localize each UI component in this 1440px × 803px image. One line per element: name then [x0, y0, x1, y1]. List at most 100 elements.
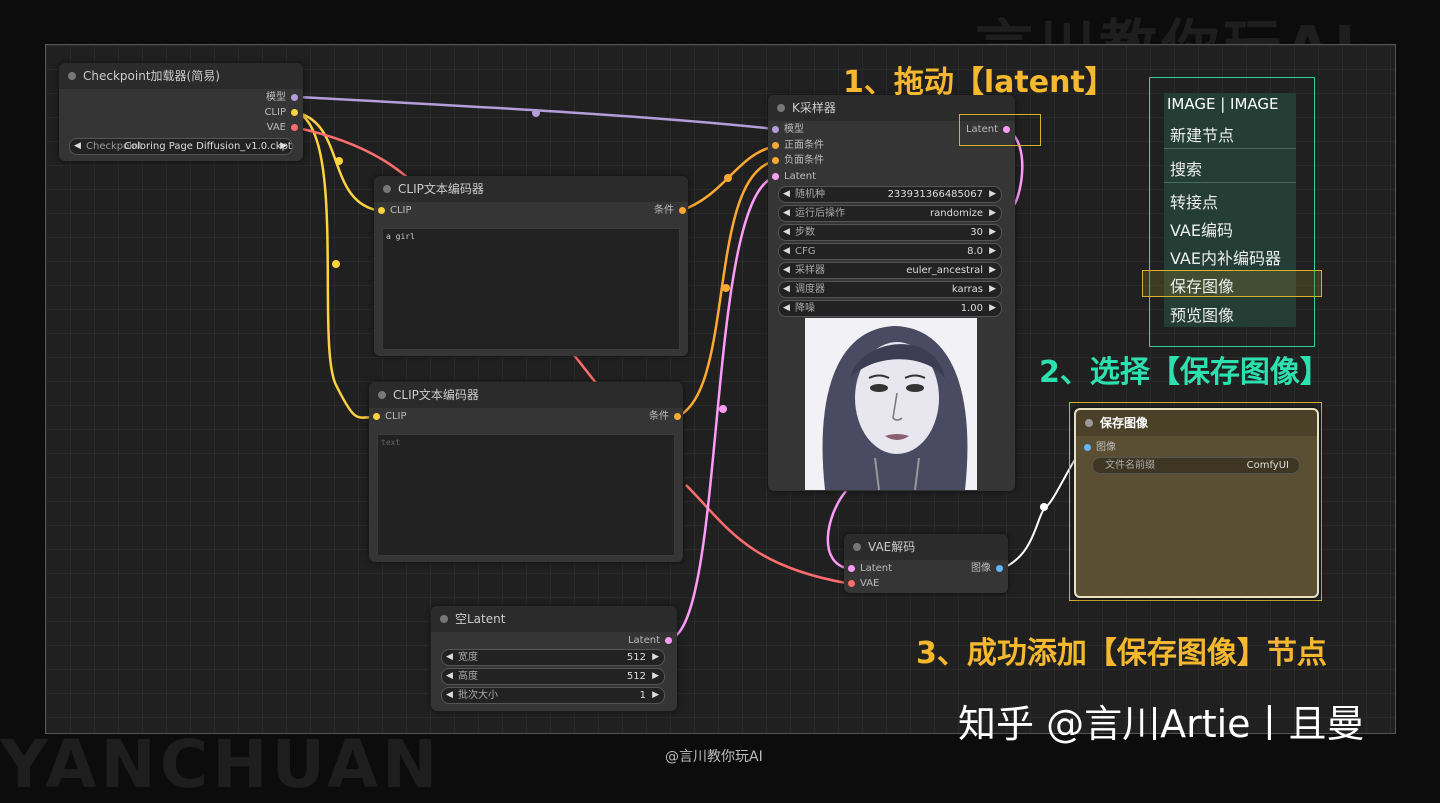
filename-prefix-widget[interactable]: 文件名前缀 ComfyUI: [1092, 457, 1300, 474]
save-image-node[interactable]: 保存图像 图像 文件名前缀 ComfyUI: [1074, 408, 1319, 598]
node-title-bar[interactable]: 保存图像: [1076, 410, 1317, 436]
positive-port-dot[interactable]: [772, 142, 779, 149]
clip-port-dot[interactable]: [291, 109, 298, 116]
input-positive[interactable]: 正面条件: [772, 139, 824, 153]
arrow-right-icon[interactable]: ▶: [989, 301, 996, 316]
scheduler-widget[interactable]: ◀ 调度器 karras ▶: [778, 281, 1002, 298]
arrow-right-icon[interactable]: ▶: [989, 263, 996, 278]
menu-item-vae-encode[interactable]: VAE编码: [1170, 217, 1233, 241]
node-title-bar[interactable]: CLIP文本编码器: [374, 176, 688, 202]
width-widget[interactable]: ◀ 宽度 512 ▶: [441, 649, 665, 666]
collapse-dot-icon[interactable]: [68, 72, 76, 80]
prompt-textarea[interactable]: text: [377, 434, 675, 556]
menu-item-preview-image[interactable]: 预览图像: [1170, 302, 1234, 326]
sampler-widget[interactable]: ◀ 采样器 euler_ancestral ▶: [778, 262, 1002, 279]
output-clip[interactable]: CLIP: [264, 106, 298, 120]
arrow-left-icon[interactable]: ◀: [74, 139, 81, 154]
arrow-left-icon[interactable]: ◀: [783, 225, 790, 240]
arrow-right-icon[interactable]: ▶: [652, 650, 659, 665]
arrow-right-icon[interactable]: ▶: [989, 206, 996, 221]
menu-item-new-node[interactable]: 新建节点: [1170, 122, 1234, 146]
input-clip[interactable]: CLIP: [378, 204, 412, 218]
clip-text-encoder-node-2[interactable]: CLIP文本编码器 CLIP 条件 text: [369, 382, 683, 562]
arrow-left-icon[interactable]: ◀: [783, 206, 790, 221]
node-canvas[interactable]: Checkpoint加载器(简易) 模型 CLIP VAE ◀ Checkpoi…: [45, 44, 1396, 734]
output-model[interactable]: 模型: [266, 91, 298, 105]
arrow-right-icon[interactable]: ▶: [652, 669, 659, 684]
image-port-dot[interactable]: [1084, 444, 1091, 451]
arrow-left-icon[interactable]: ◀: [783, 187, 790, 202]
model-port-dot[interactable]: [772, 126, 779, 133]
menu-item-reroute[interactable]: 转接点: [1170, 189, 1218, 213]
arrow-left-icon[interactable]: ◀: [446, 688, 453, 703]
ksampler-node[interactable]: K采样器 模型 正面条件 负面条件 Latent Latent ◀ 随机种 2339…: [768, 95, 1015, 491]
input-latent[interactable]: Latent: [772, 170, 816, 184]
clip-port-dot[interactable]: [378, 207, 385, 214]
model-port-dot[interactable]: [291, 94, 298, 101]
prompt-textarea[interactable]: a girl: [382, 228, 680, 350]
arrow-left-icon[interactable]: ◀: [783, 263, 790, 278]
arrow-right-icon[interactable]: ▶: [989, 187, 996, 202]
arrow-right-icon[interactable]: ▶: [989, 282, 996, 297]
steps-widget[interactable]: ◀ 步数 30 ▶: [778, 224, 1002, 241]
vae-decode-node[interactable]: VAE解码 Latent VAE 图像: [844, 534, 1008, 593]
clip-encoder-title: CLIP文本编码器: [393, 388, 479, 402]
input-vae[interactable]: VAE: [848, 577, 879, 591]
menu-item-search[interactable]: 搜索: [1170, 156, 1202, 180]
collapse-dot-icon[interactable]: [777, 104, 785, 112]
output-conditioning[interactable]: 条件: [649, 410, 681, 424]
menu-item-vae-inpaint-encoder[interactable]: VAE内补编码器: [1170, 245, 1281, 269]
arrow-left-icon[interactable]: ◀: [783, 244, 790, 259]
height-value: 512: [626, 671, 646, 682]
latent-port-dot[interactable]: [772, 173, 779, 180]
image-port-dot[interactable]: [996, 565, 1003, 572]
node-title-bar[interactable]: VAE解码: [844, 534, 1008, 560]
node-title-bar[interactable]: 空Latent: [431, 606, 677, 632]
batch-size-widget[interactable]: ◀ 批次大小 1 ▶: [441, 687, 665, 704]
cfg-widget[interactable]: ◀ CFG 8.0 ▶: [778, 243, 1002, 260]
arrow-right-icon[interactable]: ▶: [652, 688, 659, 703]
input-latent[interactable]: Latent: [848, 562, 892, 576]
input-model[interactable]: 模型: [772, 123, 804, 137]
node-title-bar[interactable]: CLIP文本编码器: [369, 382, 683, 408]
arrow-right-icon[interactable]: ▶: [989, 225, 996, 240]
collapse-dot-icon[interactable]: [378, 391, 386, 399]
negative-port-dot[interactable]: [772, 157, 779, 164]
seed-widget[interactable]: ◀ 随机种 233931366485067 ▶: [778, 186, 1002, 203]
input-clip[interactable]: CLIP: [373, 410, 407, 424]
clip-text-encoder-node-1[interactable]: CLIP文本编码器 CLIP 条件 a girl: [374, 176, 688, 356]
output-latent[interactable]: Latent: [628, 634, 672, 648]
arrow-right-icon[interactable]: ▶: [280, 139, 287, 154]
arrow-left-icon[interactable]: ◀: [783, 301, 790, 316]
ckpt-name-combo[interactable]: ◀ Checkpoint Coloring Page Diffusion_v1.…: [69, 138, 293, 155]
checkpoint-loader-node[interactable]: Checkpoint加载器(简易) 模型 CLIP VAE ◀ Checkpoi…: [59, 63, 303, 161]
input-model-label: 模型: [784, 124, 804, 135]
output-image[interactable]: 图像: [971, 562, 1003, 576]
height-widget[interactable]: ◀ 高度 512 ▶: [441, 668, 665, 685]
arrow-right-icon[interactable]: ▶: [989, 244, 996, 259]
denoise-widget[interactable]: ◀ 降噪 1.00 ▶: [778, 300, 1002, 317]
menu-item-save-image[interactable]: 保存图像: [1170, 273, 1234, 297]
vae-port-dot[interactable]: [291, 124, 298, 131]
collapse-dot-icon[interactable]: [440, 615, 448, 623]
collapse-dot-icon[interactable]: [383, 185, 391, 193]
vae-port-dot[interactable]: [848, 580, 855, 587]
input-negative[interactable]: 负面条件: [772, 154, 824, 168]
collapse-dot-icon[interactable]: [1085, 419, 1093, 427]
collapse-dot-icon[interactable]: [853, 543, 861, 551]
empty-latent-node[interactable]: 空Latent Latent ◀ 宽度 512 ▶ ◀ 高度 512 ▶ ◀ 批次大小 1 ▶: [431, 606, 677, 711]
latent-port-dot[interactable]: [848, 565, 855, 572]
conditioning-port-dot[interactable]: [674, 413, 681, 420]
clip-port-dot[interactable]: [373, 413, 380, 420]
filename-prefix-label: 文件名前缀: [1105, 460, 1155, 471]
node-title-bar[interactable]: Checkpoint加载器(简易): [59, 63, 303, 89]
output-vae[interactable]: VAE: [267, 121, 298, 135]
arrow-left-icon[interactable]: ◀: [783, 282, 790, 297]
input-image[interactable]: 图像: [1084, 441, 1116, 455]
control-after-generate-widget[interactable]: ◀ 运行后操作 randomize ▶: [778, 205, 1002, 222]
output-conditioning[interactable]: 条件: [654, 204, 686, 218]
latent-port-dot[interactable]: [665, 637, 672, 644]
arrow-left-icon[interactable]: ◀: [446, 669, 453, 684]
arrow-left-icon[interactable]: ◀: [446, 650, 453, 665]
conditioning-port-dot[interactable]: [679, 207, 686, 214]
